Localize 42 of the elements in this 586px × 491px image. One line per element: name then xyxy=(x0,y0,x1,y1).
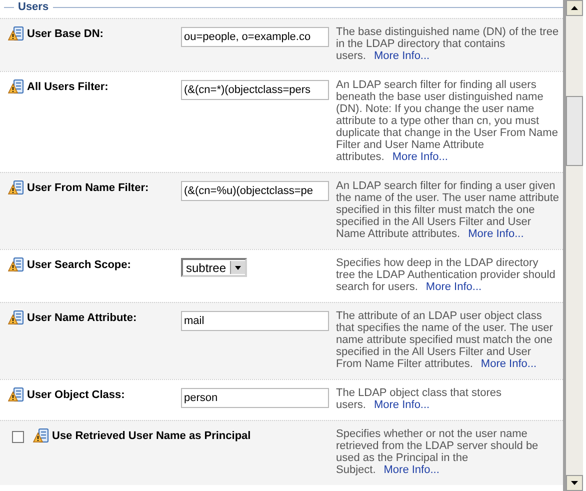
more-info-link[interactable]: More Info... xyxy=(468,228,524,240)
scroll-up-button[interactable] xyxy=(566,0,583,16)
warning-document-icon xyxy=(8,26,24,42)
scroll-thumb[interactable] xyxy=(566,96,583,166)
text-field[interactable]: mail xyxy=(181,311,329,331)
text-field[interactable]: (&(cn=%u)(objectclass=pe xyxy=(181,181,329,201)
warning-document-icon xyxy=(33,428,49,444)
more-info-link[interactable]: More Info... xyxy=(480,358,537,370)
field-label: User From Name Filter: xyxy=(27,181,149,196)
warning-document-icon xyxy=(8,387,24,403)
more-info-link[interactable]: More Info... xyxy=(426,281,482,293)
scroll-down-button[interactable] xyxy=(566,475,583,491)
text-field[interactable]: (&(cn=*)(objectclass=pers xyxy=(181,80,329,100)
field-label: User Object Class: xyxy=(27,388,125,403)
more-info-link[interactable]: More Info... xyxy=(384,464,440,476)
checkbox[interactable] xyxy=(12,431,24,443)
field-description: The base distinguished name (DN) of the tree in the LDAP directory that contains users. More Info... xyxy=(336,26,560,62)
section-title: Users xyxy=(18,1,49,13)
up-arrow-icon xyxy=(571,6,578,10)
text-field[interactable]: ou=people, o=example.co xyxy=(181,27,329,47)
field-description: Specifies whether or not the user name retrieved from the LDAP server should be used as the Principal in the Subject. More Info... xyxy=(336,428,540,476)
warning-document-icon xyxy=(8,257,24,273)
warning-document-icon xyxy=(8,79,24,95)
field-description: The LDAP object class that stores users. More Info... xyxy=(336,387,502,411)
field-label: Use Retrieved User Name as Principal xyxy=(52,429,251,444)
down-arrow-icon xyxy=(571,481,578,485)
field-label: User Base DN: xyxy=(27,27,104,42)
field-label: All Users Filter: xyxy=(27,80,108,95)
more-info-link[interactable]: More Info... xyxy=(392,151,448,163)
warning-document-icon xyxy=(8,180,24,196)
text-field[interactable]: person xyxy=(181,388,329,408)
field-label: User Name Attribute: xyxy=(27,311,137,326)
scope-dropdown[interactable]: subtree xyxy=(181,258,247,277)
scrollbar[interactable] xyxy=(566,0,583,491)
field-label: User Search Scope: xyxy=(27,258,131,273)
field-description: Specifies how deep in the LDAP directory tree the LDAP Authentication provider should search for users. More Info... xyxy=(336,257,556,293)
field-description: An LDAP search filter for finding a user given the name of the user. The user name attribute specified in this filter must match the one specified in the All Users Filter and User Name Attribute attributes. More Info... xyxy=(336,180,560,240)
field-description: The attribute of an LDAP user object class that specifies the name of the user. The user name attribute specified must match the one specified in the All Users Filter and User From Name Filter attributes. More Info... xyxy=(336,310,554,370)
more-info-link[interactable]: More Info... xyxy=(374,399,430,411)
field-description: An LDAP search filter for finding all users beneath the base user distinguished name (DN). Note: If you change the user name attribute to a type other than cn, you must duplicate that change in the User From Name Filter and User Name Attribute attributes. More Info... xyxy=(336,79,559,163)
warning-document-icon xyxy=(8,310,24,326)
more-info-link[interactable]: More Info... xyxy=(374,50,430,62)
